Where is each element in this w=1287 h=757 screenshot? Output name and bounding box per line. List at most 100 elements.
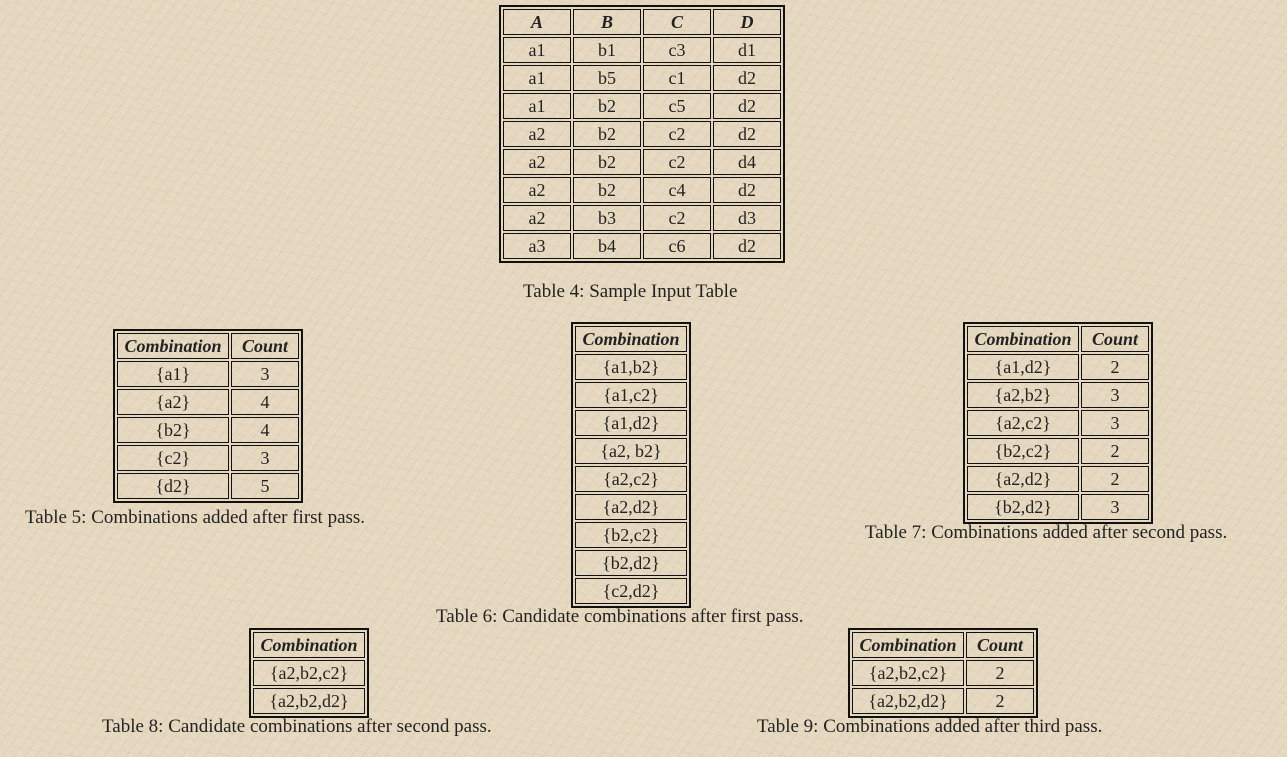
table-8-caption: Table 8: Candidate combinations after se… [102, 716, 492, 737]
table-cell: a2 [503, 149, 571, 175]
table-cell: a1 [503, 65, 571, 91]
table-cell: d3 [713, 205, 781, 231]
table-cell: {a2,b2,d2} [253, 688, 365, 714]
table-cell: b2 [573, 149, 641, 175]
column-header: Combination [117, 333, 229, 359]
table-row: {a2,b2,c2} [253, 660, 365, 686]
table-row: {a2,c2} [575, 466, 687, 492]
table-row: a1 b2 c5 d2 [503, 93, 781, 119]
table-cell: d2 [713, 121, 781, 147]
table-cell: {a1,d2} [575, 410, 687, 436]
column-header: Count [1081, 326, 1149, 352]
table-cell: b2 [573, 121, 641, 147]
table-cell: 3 [1081, 494, 1149, 520]
second-pass-candidates-table: Combination {a2,b2,c2} {a2,b2,d2} [249, 628, 369, 718]
table-cell: c1 [643, 65, 711, 91]
table-row: {a1,d2} 2 [967, 354, 1149, 380]
table-cell: {a2, b2} [575, 438, 687, 464]
table-cell: 2 [966, 660, 1034, 686]
table-cell: {a2,d2} [575, 494, 687, 520]
table-row: {a2,d2} 2 [967, 466, 1149, 492]
table-cell: 3 [1081, 382, 1149, 408]
table-cell: c3 [643, 37, 711, 63]
table-row: {d2} 5 [117, 473, 299, 499]
table-cell: b1 [573, 37, 641, 63]
header-row: Combination Count [967, 326, 1149, 352]
table-cell: 2 [1081, 466, 1149, 492]
table-row: {b2} 4 [117, 417, 299, 443]
table-cell: b5 [573, 65, 641, 91]
table-row: {b2,d2} 3 [967, 494, 1149, 520]
table-cell: {a2,c2} [967, 410, 1079, 436]
table-cell: {a1} [117, 361, 229, 387]
table-row: a2 b2 c2 d2 [503, 121, 781, 147]
header-row: Combination [575, 326, 687, 352]
table-9-caption: Table 9: Combinations added after third … [757, 716, 1103, 737]
table-row: {b2,d2} [575, 550, 687, 576]
header-row: Combination [253, 632, 365, 658]
table-cell: b3 [573, 205, 641, 231]
table-cell: 2 [966, 688, 1034, 714]
table-cell: a2 [503, 205, 571, 231]
table-cell: {d2} [117, 473, 229, 499]
table-cell: 5 [231, 473, 299, 499]
table-row: {a1,c2} [575, 382, 687, 408]
table-row: {a1,d2} [575, 410, 687, 436]
first-pass-combinations-table: Combination Count {a1} 3 {a2} 4 {b2} 4 {c2} 3 {d2}… [113, 329, 303, 503]
table-cell: {c2} [117, 445, 229, 471]
table-row: {a1,b2} [575, 354, 687, 380]
table-row: {a2,d2} [575, 494, 687, 520]
table-cell: b2 [573, 93, 641, 119]
header-row: Combination Count [117, 333, 299, 359]
table-cell: c6 [643, 233, 711, 259]
table-cell: {b2,c2} [967, 438, 1079, 464]
table-cell: 3 [1081, 410, 1149, 436]
table-row: {a2,c2} 3 [967, 410, 1149, 436]
table-cell: a2 [503, 121, 571, 147]
column-header: B [573, 9, 641, 35]
header-row: Combination Count [852, 632, 1034, 658]
table-cell: {a2} [117, 389, 229, 415]
table-cell: a3 [503, 233, 571, 259]
column-header: Combination [852, 632, 964, 658]
table-cell: c4 [643, 177, 711, 203]
table-cell: c5 [643, 93, 711, 119]
table-row: a1 b5 c1 d2 [503, 65, 781, 91]
table-cell: {a2,b2,d2} [852, 688, 964, 714]
table-cell: {a1,c2} [575, 382, 687, 408]
table-cell: {b2} [117, 417, 229, 443]
table-cell: {a2,b2,c2} [852, 660, 964, 686]
table-cell: c2 [643, 149, 711, 175]
table-row: {a2, b2} [575, 438, 687, 464]
table-row: a2 b2 c2 d4 [503, 149, 781, 175]
column-header: Combination [253, 632, 365, 658]
table-cell: 3 [231, 361, 299, 387]
table-row: {a2,b2,c2} 2 [852, 660, 1034, 686]
table-cell: 2 [1081, 354, 1149, 380]
header-row: ABCD [503, 9, 781, 35]
table-row: {a2,b2,d2} 2 [852, 688, 1034, 714]
second-pass-combinations-table: Combination Count {a1,d2} 2 {a2,b2} 3 {a2,c2} 3… [963, 322, 1153, 524]
table-cell: a1 [503, 37, 571, 63]
table-row: {a1} 3 [117, 361, 299, 387]
table-7-caption: Table 7: Combinations added after second… [865, 522, 1228, 543]
table-row: a1 b1 c3 d1 [503, 37, 781, 63]
table-cell: c2 [643, 205, 711, 231]
table-cell: {c2,d2} [575, 578, 687, 604]
table-5-caption: Table 5: Combinations added after first … [25, 507, 366, 528]
table-cell: b2 [573, 177, 641, 203]
column-header: C [643, 9, 711, 35]
table-6-caption: Table 6: Candidate combinations after fi… [436, 606, 804, 627]
table-cell: {b2,d2} [967, 494, 1079, 520]
table-cell: d4 [713, 149, 781, 175]
table-cell: {a1,b2} [575, 354, 687, 380]
column-header: D [713, 9, 781, 35]
table-cell: {a2,c2} [575, 466, 687, 492]
column-header: A [503, 9, 571, 35]
table-cell: c2 [643, 121, 711, 147]
table-cell: {b2,c2} [575, 522, 687, 548]
table-cell: 2 [1081, 438, 1149, 464]
table-4-caption: Table 4: Sample Input Table [523, 281, 738, 302]
column-header: Combination [967, 326, 1079, 352]
column-header: Combination [575, 326, 687, 352]
